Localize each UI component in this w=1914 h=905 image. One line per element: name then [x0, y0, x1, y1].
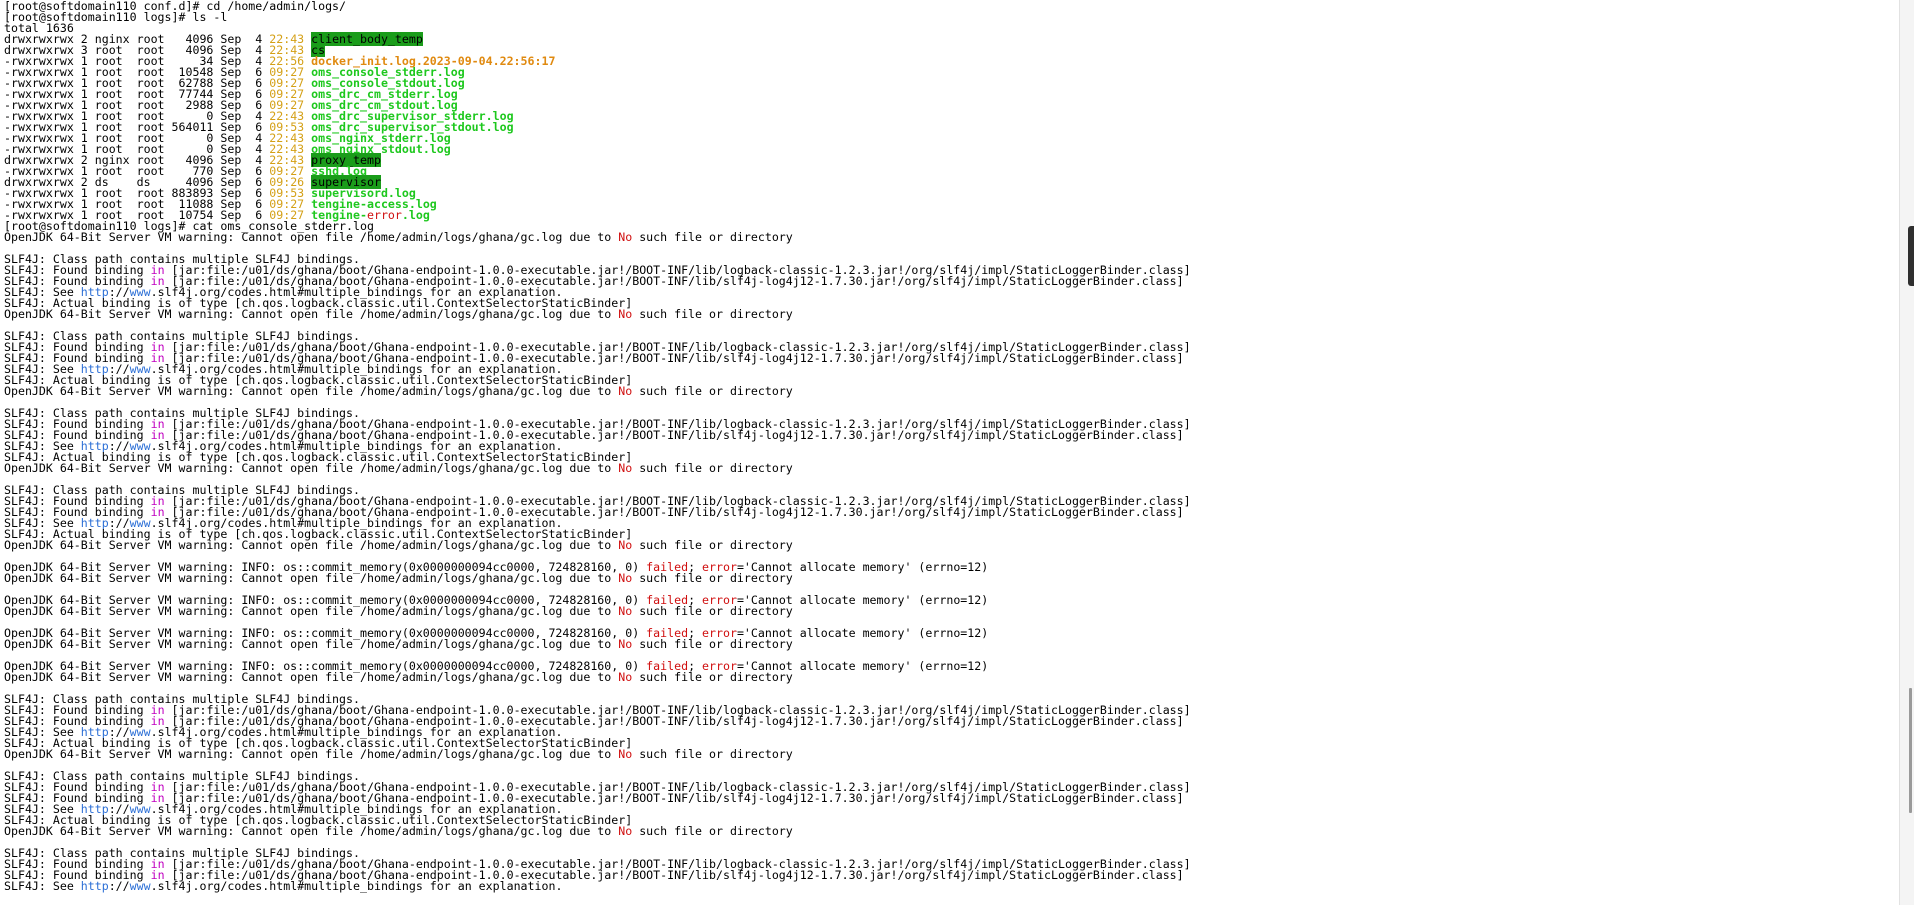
terminal-text: such file or directory — [632, 571, 793, 585]
terminal-line: OpenJDK 64-Bit Server VM warning: Cannot… — [4, 670, 1191, 684]
terminal-text-red: No — [618, 604, 633, 618]
terminal-line: OpenJDK 64-Bit Server VM warning: Cannot… — [4, 604, 1191, 618]
terminal-text: OpenJDK 64-Bit Server VM warning: Cannot… — [4, 571, 619, 585]
terminal-text-red: No — [618, 230, 633, 244]
terminal-text-red: No — [618, 384, 633, 398]
terminal-text: such file or directory — [632, 670, 793, 684]
terminal-text: :// — [108, 879, 130, 893]
terminal-text: OpenJDK 64-Bit Server VM warning: Cannot… — [4, 604, 619, 618]
terminal-text: OpenJDK 64-Bit Server VM warning: Cannot… — [4, 461, 619, 475]
terminal-text: such file or directory — [632, 384, 793, 398]
terminal-text: OpenJDK 64-Bit Server VM warning: Cannot… — [4, 824, 619, 838]
terminal-line: OpenJDK 64-Bit Server VM warning: Cannot… — [4, 307, 1191, 321]
side-panel-handle[interactable] — [1908, 226, 1914, 286]
terminal-text-red: No — [618, 824, 633, 838]
terminal-text-url: www — [129, 879, 151, 893]
terminal-text-red: No — [618, 538, 633, 552]
terminal-text: OpenJDK 64-Bit Server VM warning: Cannot… — [4, 747, 619, 761]
terminal-text-name: .log — [401, 208, 430, 222]
terminal-text: SLF4J: See — [4, 879, 81, 893]
terminal-line: OpenJDK 64-Bit Server VM warning: Cannot… — [4, 824, 1191, 838]
terminal-text-red: No — [618, 637, 633, 651]
terminal-text: OpenJDK 64-Bit Server VM warning: Cannot… — [4, 307, 619, 321]
terminal-text: such file or directory — [632, 824, 793, 838]
terminal-text: such file or directory — [632, 637, 793, 651]
terminal-text: OpenJDK 64-Bit Server VM warning: Cannot… — [4, 637, 619, 651]
terminal-text-red: No — [618, 571, 633, 585]
terminal-text: .slf4j.org/codes.html#multiple_bindings … — [150, 879, 563, 893]
terminal-text-red: No — [618, 747, 633, 761]
vertical-scrollbar[interactable] — [1899, 0, 1914, 905]
terminal-text-red: No — [618, 670, 633, 684]
terminal-line: OpenJDK 64-Bit Server VM warning: Cannot… — [4, 461, 1191, 475]
terminal-line: OpenJDK 64-Bit Server VM warning: Cannot… — [4, 571, 1191, 585]
terminal-text: OpenJDK 64-Bit Server VM warning: Cannot… — [4, 538, 619, 552]
terminal-text: such file or directory — [632, 604, 793, 618]
terminal-text: such file or directory — [632, 747, 793, 761]
terminal-window[interactable]: [root@softdomain110 conf.d]# cd /home/ad… — [0, 0, 1900, 905]
terminal-text-dirhl: client_body_temp — [311, 32, 423, 46]
terminal-text: such file or directory — [632, 538, 793, 552]
terminal-text: such file or directory — [632, 307, 793, 321]
terminal-output[interactable]: [root@softdomain110 conf.d]# cd /home/ad… — [4, 0, 1191, 893]
terminal-line: SLF4J: See http://www.slf4j.org/codes.ht… — [4, 879, 1191, 893]
terminal-line: OpenJDK 64-Bit Server VM warning: Cannot… — [4, 747, 1191, 761]
terminal-text: OpenJDK 64-Bit Server VM warning: Cannot… — [4, 230, 619, 244]
scrollbar-thumb[interactable] — [1909, 688, 1912, 813]
terminal-line: OpenJDK 64-Bit Server VM warning: Cannot… — [4, 384, 1191, 398]
terminal-text: such file or directory — [632, 230, 793, 244]
terminal-line: OpenJDK 64-Bit Server VM warning: Cannot… — [4, 538, 1191, 552]
terminal-text: OpenJDK 64-Bit Server VM warning: Cannot… — [4, 384, 619, 398]
terminal-text: OpenJDK 64-Bit Server VM warning: Cannot… — [4, 670, 619, 684]
terminal-text-red: No — [618, 307, 633, 321]
terminal-text-red: No — [618, 461, 633, 475]
terminal-text: such file or directory — [632, 461, 793, 475]
terminal-line: OpenJDK 64-Bit Server VM warning: Cannot… — [4, 230, 1191, 244]
terminal-text-url: http — [80, 879, 109, 893]
terminal-line: [root@softdomain110 logs]# ls -l — [4, 11, 1191, 23]
terminal-line: OpenJDK 64-Bit Server VM warning: Cannot… — [4, 637, 1191, 651]
